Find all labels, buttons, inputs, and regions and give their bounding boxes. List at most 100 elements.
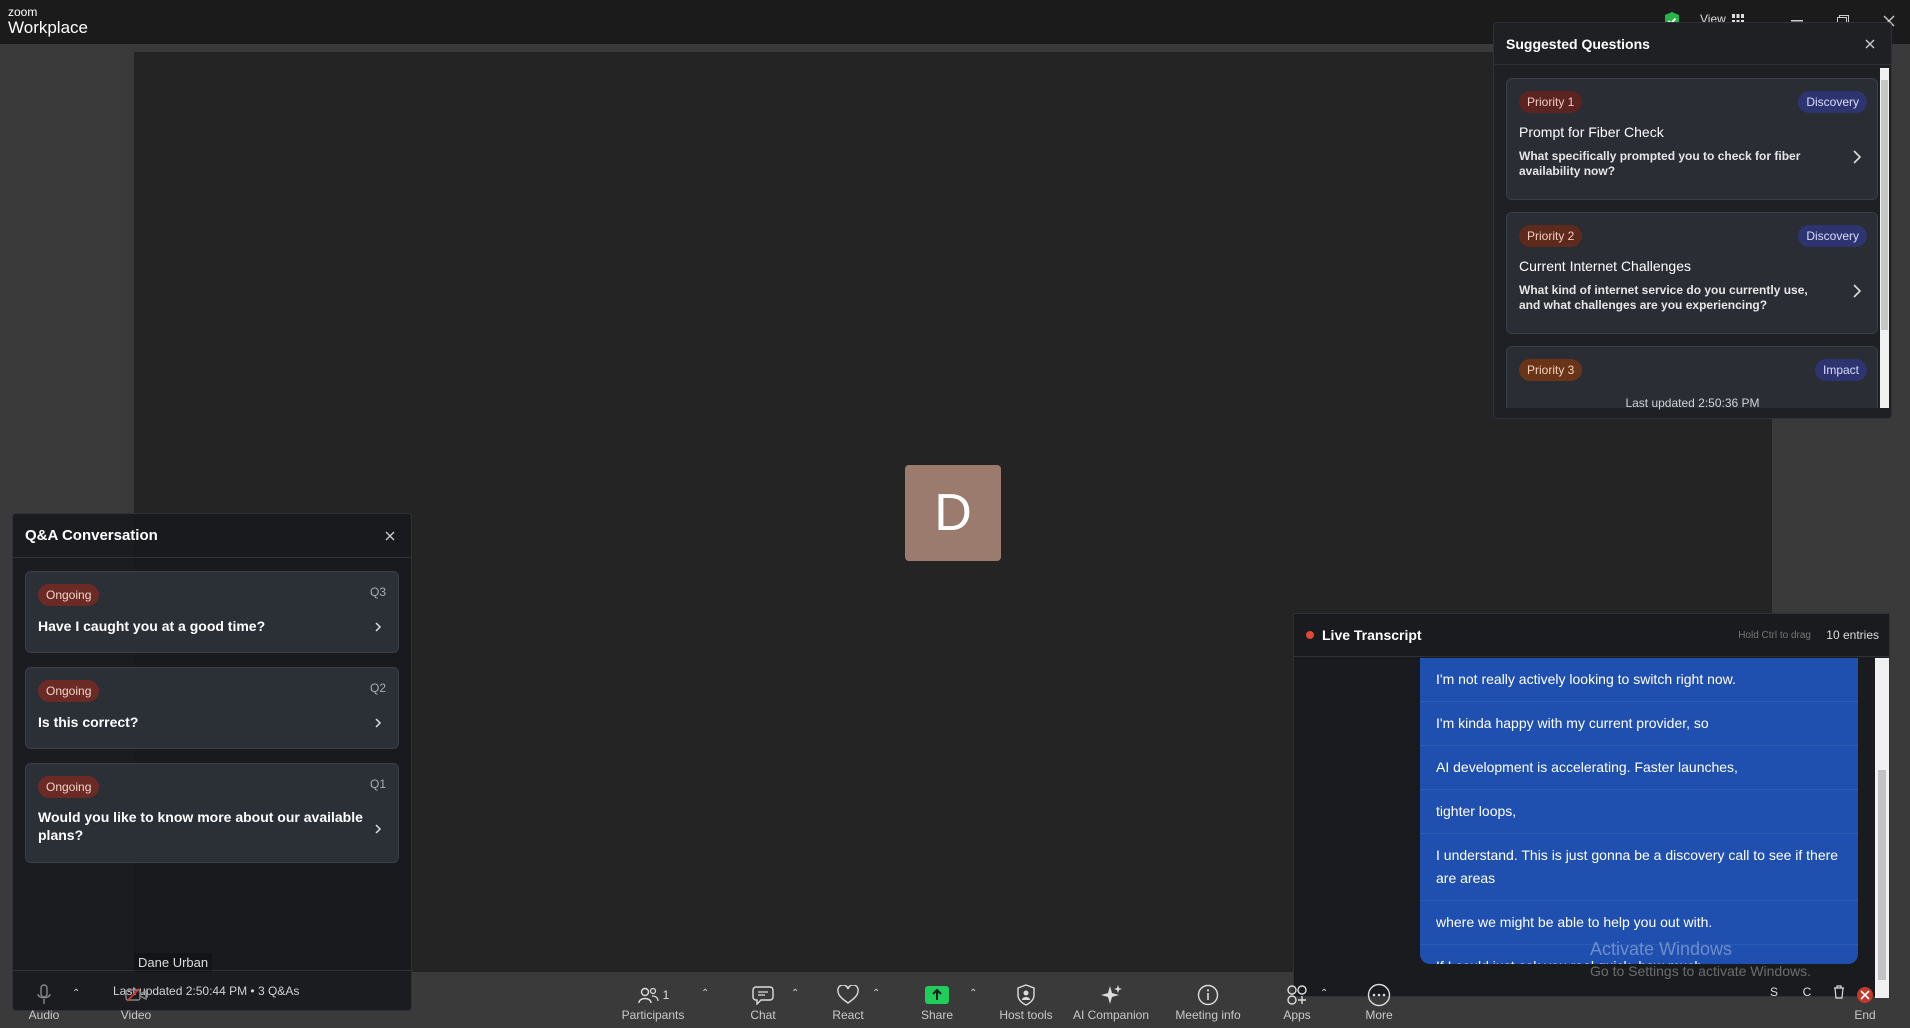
ai-companion-label: AI Companion — [1072, 1008, 1150, 1022]
drag-hint: Hold Ctrl to drag — [1738, 630, 1811, 641]
chevron-right-icon — [375, 718, 382, 728]
chevron-right-icon — [375, 622, 382, 632]
qa-conversation-panel: Q&A Conversation Ongoing Q3 Have I caugh… — [12, 513, 412, 1011]
sq-header: Suggested Questions — [1494, 23, 1891, 65]
shortcut-s-button[interactable]: S — [1763, 982, 1785, 1002]
entry-count: 10 entries — [1826, 628, 1879, 642]
app-logo: zoom Workplace — [8, 6, 88, 36]
suggested-question-card[interactable]: Priority 1 Discovery Prompt for Fiber Ch… — [1506, 78, 1878, 200]
more-button[interactable]: More — [1359, 982, 1399, 1022]
share-options-chevron-icon[interactable]: ⌃ — [969, 988, 977, 999]
sq-title: Suggested Questions — [1506, 35, 1650, 52]
question-text: What specifically prompted you to check … — [1519, 149, 1801, 178]
transcript-line: tighter loops, — [1420, 790, 1858, 834]
chevron-right-icon — [375, 824, 382, 834]
transcript-line: I'm kinda happy with my current provider… — [1420, 702, 1858, 746]
info-icon — [1197, 984, 1219, 1006]
close-icon — [1865, 39, 1875, 48]
chat-options-chevron-icon[interactable]: ⌃ — [791, 988, 799, 999]
share-screen-icon — [925, 986, 949, 1004]
chat-icon — [752, 986, 774, 1005]
priority-badge: Priority 2 — [1519, 225, 1583, 247]
ai-companion-button[interactable]: AI Companion — [1070, 982, 1152, 1022]
video-camera-icon — [125, 988, 147, 1002]
audio-label: Audio — [28, 1008, 60, 1022]
chevron-right-icon — [1853, 284, 1862, 298]
react-options-chevron-icon[interactable]: ⌃ — [872, 988, 880, 999]
qa-close-button[interactable] — [381, 527, 399, 545]
watermark-line2: Go to Settings to activate Windows. — [1590, 963, 1811, 979]
windows-activation-watermark: Activate Windows Go to Settings to activ… — [1590, 938, 1811, 982]
lt-title: Live Transcript — [1322, 627, 1422, 643]
share-button[interactable]: Share — [917, 982, 957, 1022]
question-title: Prompt for Fiber Check — [1519, 124, 1664, 140]
qa-item[interactable]: Ongoing Q1 Would you like to know more a… — [25, 763, 399, 863]
priority-badge: Priority 1 — [1519, 91, 1583, 113]
audio-options-chevron-icon[interactable]: ⌃ — [72, 988, 80, 999]
chat-button[interactable]: Chat — [743, 982, 783, 1022]
close-icon — [385, 531, 395, 540]
participants-count: 1 — [662, 988, 670, 1002]
category-tag: Impact — [1814, 359, 1867, 381]
sq-list[interactable]: Priority 1 Discovery Prompt for Fiber Ch… — [1494, 66, 1881, 408]
host-tools-shield-icon — [1017, 984, 1035, 1006]
heart-react-icon — [837, 985, 859, 1004]
meeting-info-label: Meeting info — [1175, 1008, 1241, 1022]
qa-item[interactable]: Ongoing Q3 Have I caught you at a good t… — [25, 571, 399, 653]
participant-name-tag: Dane Urban — [134, 953, 213, 972]
qa-item[interactable]: Ongoing Q2 Is this correct? — [25, 667, 399, 749]
more-ellipsis-icon — [1367, 983, 1391, 1007]
participants-options-chevron-icon[interactable]: ⌃ — [701, 988, 709, 999]
meeting-info-button[interactable]: Meeting info — [1172, 982, 1244, 1022]
video-label: Video — [120, 1008, 152, 1022]
sq-scrollbar[interactable] — [1880, 68, 1889, 408]
sq-footer: Last updated 2:50:36 PM — [1625, 396, 1760, 410]
transcript-line: I understand. This is just gonna be a di… — [1420, 834, 1858, 901]
chevron-right-icon — [1853, 150, 1862, 164]
transcript-line: I'm not really actively looking to switc… — [1420, 658, 1858, 702]
transcript-line: AI development is accelerating. Faster l… — [1420, 746, 1858, 790]
apps-button[interactable]: Apps — [1277, 982, 1317, 1022]
apps-options-chevron-icon[interactable]: ⌃ — [1320, 988, 1328, 999]
participant-avatar: D — [905, 465, 1001, 561]
ai-sparkle-icon — [1101, 985, 1122, 1004]
suggested-questions-panel: Suggested Questions Priority 1 Discovery… — [1493, 22, 1892, 419]
qa-number: Q1 — [369, 777, 386, 791]
more-label: More — [1365, 1008, 1393, 1022]
apps-label: Apps — [1283, 1008, 1311, 1022]
sq-close-button[interactable] — [1861, 35, 1879, 53]
transcript-bubble: I'm not really actively looking to switc… — [1420, 658, 1858, 964]
video-button[interactable]: Video — [116, 982, 156, 1022]
participants-button[interactable]: 1 Participants — [620, 982, 686, 1022]
qa-question: Have I caught you at a good time? — [38, 618, 266, 634]
end-call-icon — [1857, 987, 1873, 1003]
shortcut-c-button[interactable]: C — [1796, 982, 1818, 1002]
qa-number: Q2 — [369, 681, 386, 695]
sq-scroll-thumb[interactable] — [1881, 80, 1888, 330]
audio-button[interactable]: Audio — [24, 982, 64, 1022]
brand-big: Workplace — [8, 18, 88, 37]
end-button[interactable]: End — [1845, 982, 1885, 1022]
live-dot-icon — [1306, 631, 1314, 639]
category-tag: Discovery — [1798, 225, 1867, 247]
participants-icon — [637, 987, 659, 1004]
trash-icon — [1834, 985, 1844, 999]
suggested-question-card[interactable]: Priority 2 Discovery Current Internet Ch… — [1506, 212, 1878, 334]
qa-header: Q&A Conversation — [13, 514, 411, 558]
qa-number: Q3 — [369, 585, 386, 599]
end-label: End — [1854, 1008, 1876, 1022]
zoom-window: zoom Workplace View D Q&A Conversation O… — [0, 0, 1910, 1028]
chat-label: Chat — [750, 1008, 776, 1022]
react-button[interactable]: React — [827, 982, 869, 1022]
lt-scroll-thumb[interactable] — [1878, 770, 1886, 980]
watermark-line1: Activate Windows — [1590, 939, 1733, 959]
qa-title: Q&A Conversation — [25, 527, 158, 544]
participants-label: Participants — [621, 1008, 685, 1022]
lt-scrollbar[interactable] — [1875, 658, 1889, 998]
react-label: React — [832, 1008, 864, 1022]
status-badge: Ongoing — [38, 776, 100, 798]
host-tools-button[interactable]: Host tools — [995, 982, 1057, 1022]
category-tag: Discovery — [1798, 91, 1867, 113]
brand-small: zoom — [8, 5, 38, 19]
microphone-icon — [37, 984, 51, 1004]
